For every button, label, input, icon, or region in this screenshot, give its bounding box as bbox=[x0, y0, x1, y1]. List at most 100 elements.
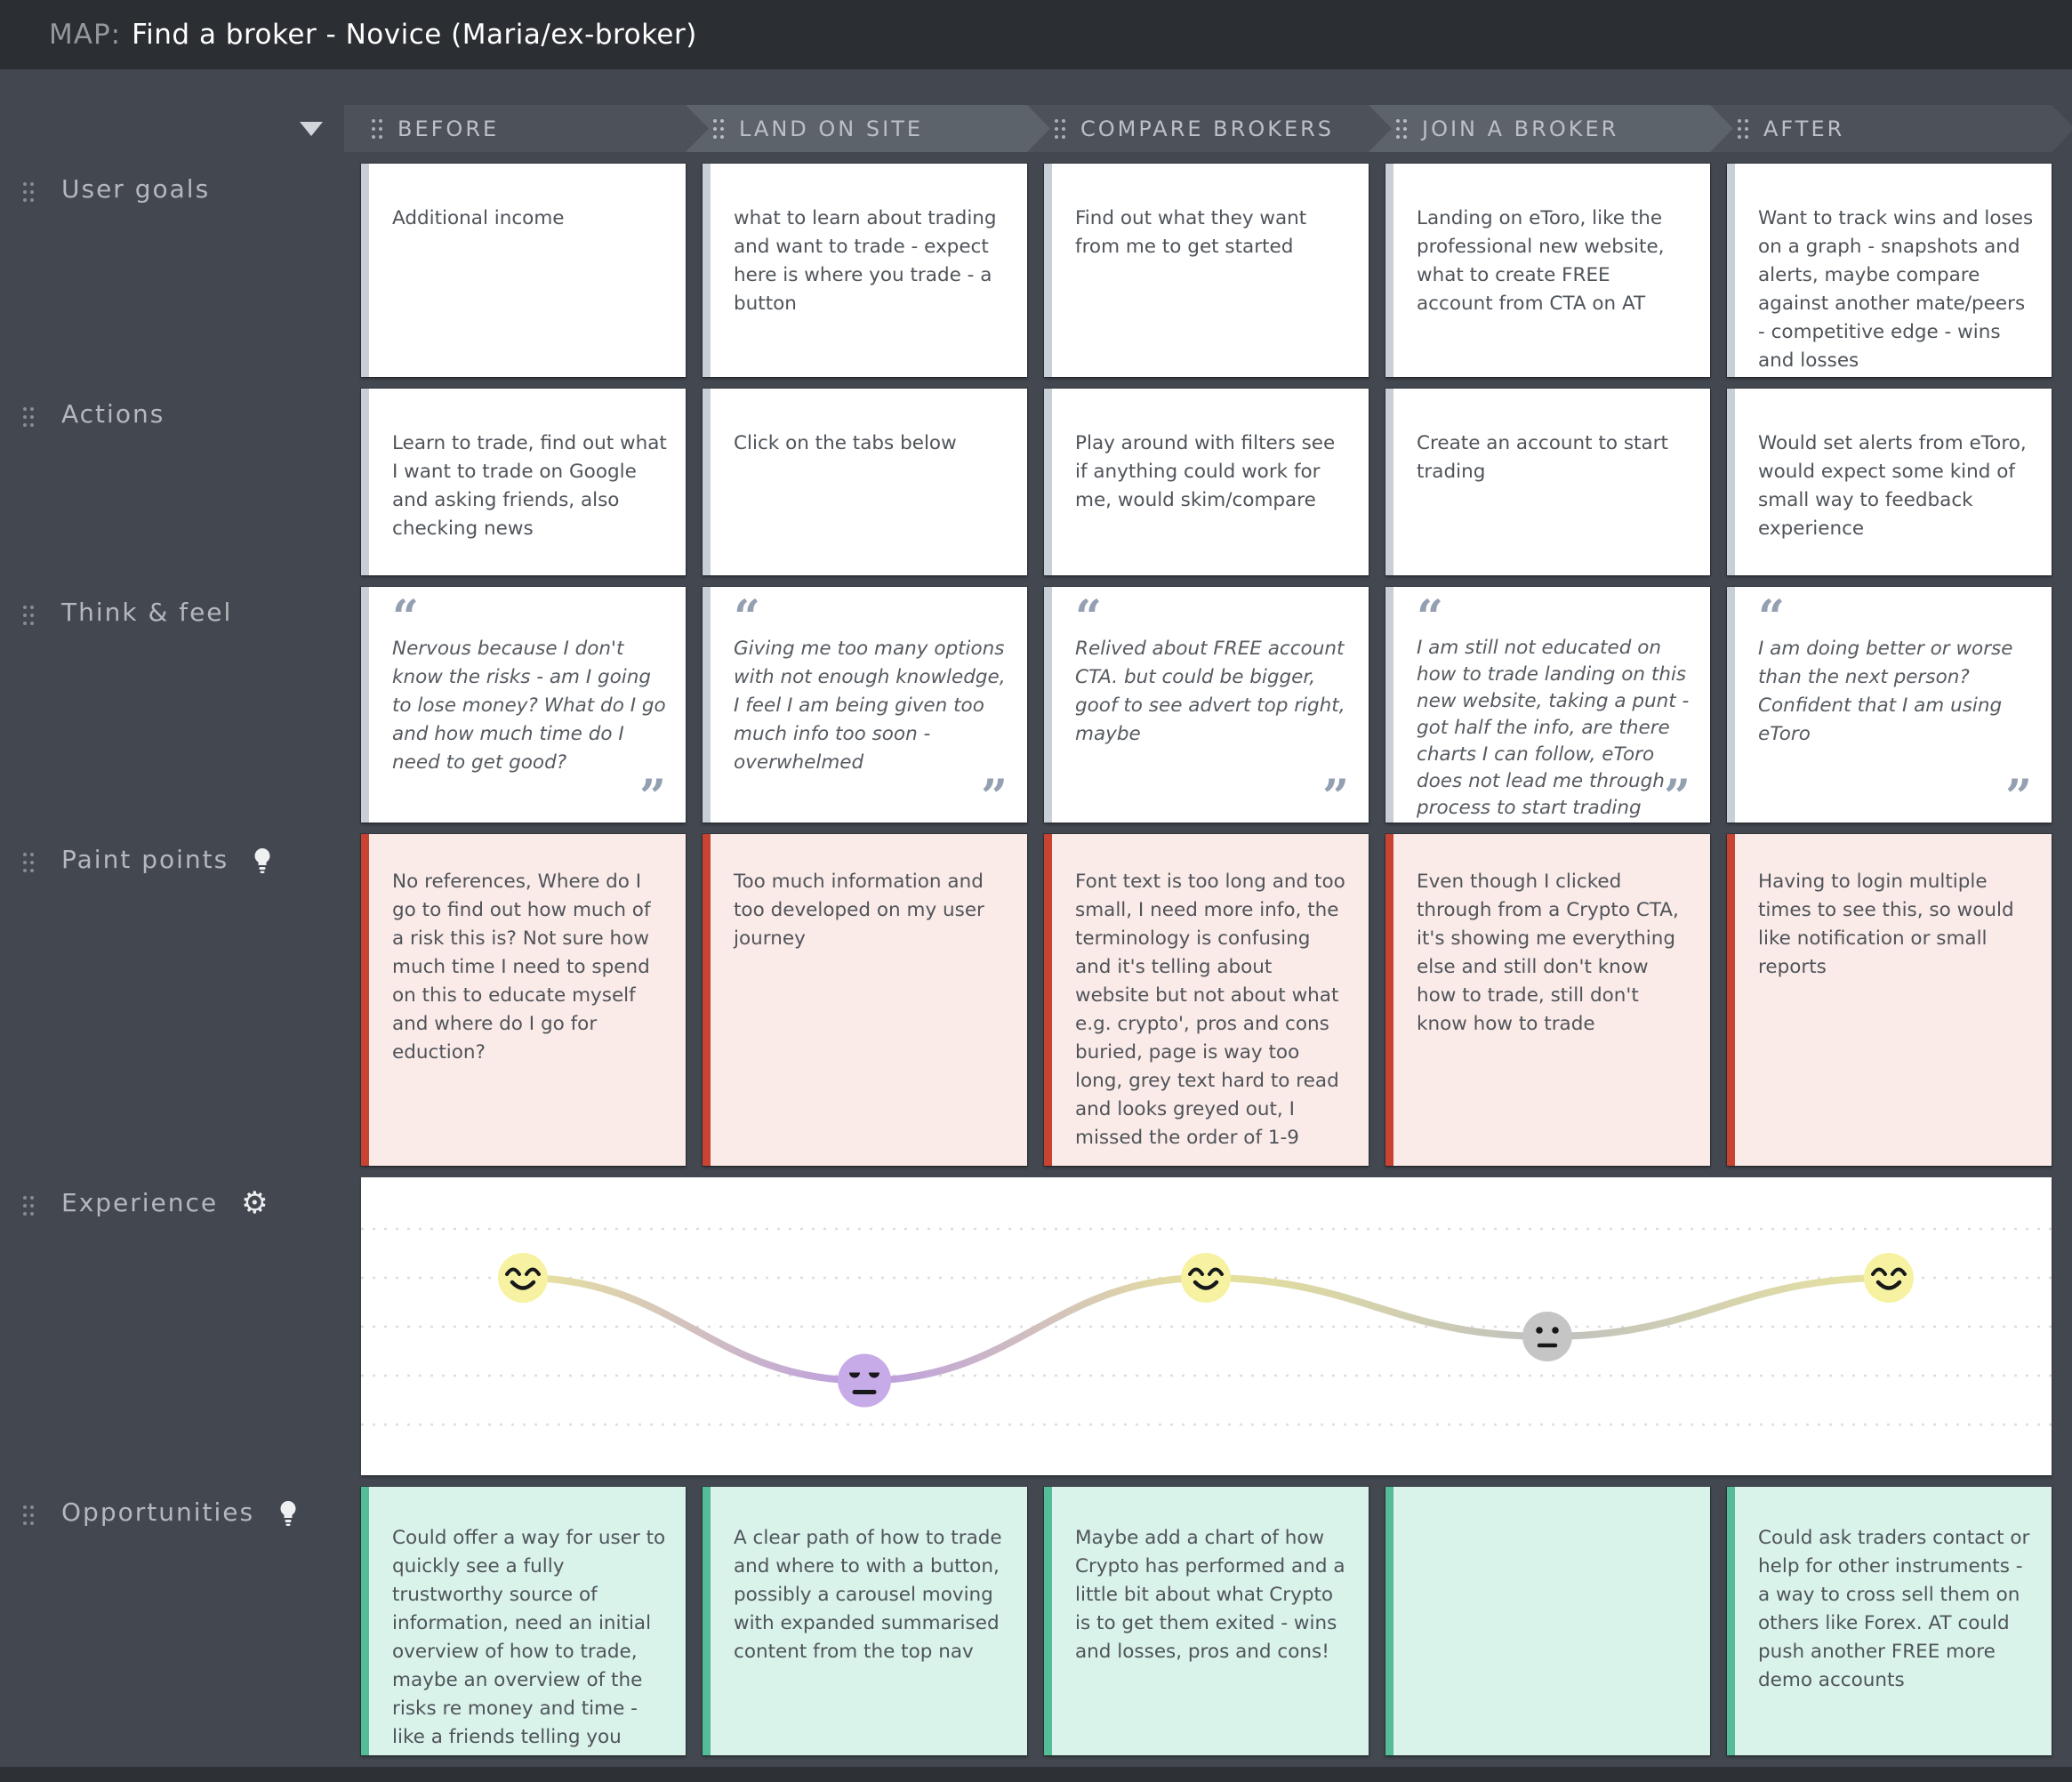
mood-face-happy[interactable] bbox=[1864, 1253, 1914, 1303]
card-user-goals-compare-brokers[interactable]: Find out what they want from me to get s… bbox=[1043, 163, 1369, 378]
card-text: I am still not educated on how to trade … bbox=[1417, 637, 1690, 819]
open-quote-icon: “ bbox=[1758, 590, 1785, 645]
drag-handle-icon[interactable] bbox=[22, 181, 35, 204]
card-pain-points-compare-brokers[interactable]: Font text is too long and too small, I n… bbox=[1043, 833, 1369, 1167]
card-text: Giving me too many options with not enou… bbox=[734, 638, 1006, 774]
card-text: Even though I clicked through from a Cry… bbox=[1417, 871, 1679, 1035]
card-text: Play around with filters see if anything… bbox=[1075, 432, 1336, 511]
card-text: Relived about FREE account CTA. but coul… bbox=[1075, 638, 1345, 745]
experience-chart[interactable] bbox=[361, 1177, 2053, 1475]
row-label-experience: Experience ⚙ bbox=[0, 1177, 344, 1475]
card-text: I am doing better or worse than the next… bbox=[1758, 638, 2013, 745]
mood-face-annoyed[interactable] bbox=[838, 1353, 891, 1408]
card-actions-join-a-broker[interactable]: Create an account to start trading bbox=[1385, 388, 1711, 576]
card-user-goals-after[interactable]: Want to track wins and loses on a graph … bbox=[1726, 163, 2052, 378]
mood-face-happy[interactable] bbox=[1181, 1253, 1231, 1303]
title-bar: MAP: Find a broker - Novice (Maria/ex-br… bbox=[0, 0, 2072, 69]
drag-handle-icon[interactable] bbox=[1395, 117, 1408, 140]
card-actions-after[interactable]: Would set alerts from eToro, would expec… bbox=[1726, 388, 2052, 576]
card-think-feel-land-on-site[interactable]: “ Giving me too many options with not en… bbox=[702, 586, 1028, 823]
lightbulb-icon[interactable] bbox=[277, 1499, 299, 1531]
mood-face-happy[interactable] bbox=[498, 1253, 548, 1303]
experience-chart-panel bbox=[361, 1177, 2053, 1475]
card-opportunities-before[interactable]: Could offer a way for user to quickly se… bbox=[360, 1486, 687, 1756]
row-title: Actions bbox=[61, 399, 165, 429]
stage-header-before[interactable]: BEFORE bbox=[344, 105, 709, 152]
row-label-actions: Actions bbox=[0, 389, 344, 575]
card-opportunities-join-a-broker[interactable] bbox=[1385, 1486, 1711, 1756]
drag-handle-icon[interactable] bbox=[22, 1194, 35, 1217]
card-text: No references, Where do I go to find out… bbox=[392, 871, 651, 1064]
card-opportunities-land-on-site[interactable]: A clear path of how to trade and where t… bbox=[702, 1486, 1028, 1756]
stage-header-compare-brokers[interactable]: COMPARE BROKERS bbox=[1027, 105, 1392, 152]
map-prefix-label: MAP: bbox=[49, 19, 122, 51]
stage-label: LAND ON SITE bbox=[739, 116, 924, 141]
open-quote-icon: “ bbox=[392, 590, 419, 645]
drag-handle-icon[interactable] bbox=[22, 1504, 35, 1527]
row-label-think-feel: Think & feel bbox=[0, 587, 344, 823]
card-opportunities-after[interactable]: Could ask traders contact or help for ot… bbox=[1726, 1486, 2052, 1756]
drag-handle-icon[interactable] bbox=[1737, 117, 1749, 140]
close-quote-icon: ” bbox=[981, 770, 1008, 823]
drag-handle-icon[interactable] bbox=[22, 604, 35, 627]
card-user-goals-before[interactable]: Additional income bbox=[360, 163, 687, 378]
stage-label: COMPARE BROKERS bbox=[1080, 116, 1335, 141]
drag-handle-icon[interactable] bbox=[22, 405, 35, 429]
stage-header-join-a-broker[interactable]: JOIN A BROKER bbox=[1369, 105, 1733, 152]
card-text: Want to track wins and loses on a graph … bbox=[1758, 207, 2034, 372]
open-quote-icon: “ bbox=[1417, 590, 1443, 645]
drag-handle-icon[interactable] bbox=[712, 117, 725, 140]
stage-cell-1: BEFORE bbox=[361, 105, 686, 152]
stage-label: JOIN A BROKER bbox=[1422, 116, 1619, 141]
lightbulb-icon[interactable] bbox=[252, 847, 273, 879]
stage-label: BEFORE bbox=[398, 116, 500, 141]
stage-header-land-on-site[interactable]: LAND ON SITE bbox=[686, 105, 1050, 152]
card-actions-before[interactable]: Learn to trade, find out what I want to … bbox=[360, 388, 687, 576]
row-title: Paint points bbox=[61, 845, 229, 874]
row-title: Opportunities bbox=[61, 1497, 255, 1527]
card-think-feel-compare-brokers[interactable]: “ Relived about FREE account CTA. but co… bbox=[1043, 586, 1369, 823]
card-text: Click on the tabs below bbox=[734, 432, 957, 454]
journey-grid: BEFORE LAND ON SITE COMPARE BROKERS JOIN… bbox=[0, 105, 2053, 1756]
gear-icon[interactable]: ⚙ bbox=[241, 1188, 268, 1218]
card-text: Landing on eToro, like the professional … bbox=[1417, 207, 1665, 315]
collapse-all-chevron-down-icon[interactable] bbox=[300, 121, 323, 136]
mood-face-neutral[interactable] bbox=[1522, 1312, 1572, 1361]
card-pain-points-before[interactable]: No references, Where do I go to find out… bbox=[360, 833, 687, 1167]
card-pain-points-land-on-site[interactable]: Too much information and too developed o… bbox=[702, 833, 1028, 1167]
open-quote-icon: “ bbox=[734, 590, 760, 645]
card-actions-compare-brokers[interactable]: Play around with filters see if anything… bbox=[1043, 388, 1369, 576]
stage-label: AFTER bbox=[1763, 116, 1845, 141]
close-quote-icon: ” bbox=[2005, 770, 2032, 823]
card-text: Could offer a way for user to quickly se… bbox=[392, 1527, 666, 1748]
card-opportunities-compare-brokers[interactable]: Maybe add a chart of how Crypto has perf… bbox=[1043, 1486, 1369, 1756]
map-title: Find a broker - Novice (Maria/ex-broker) bbox=[132, 19, 697, 51]
card-think-feel-join-a-broker[interactable]: “ I am still not educated on how to trad… bbox=[1385, 586, 1711, 823]
card-text: Too much information and too developed o… bbox=[734, 871, 984, 950]
open-quote-icon: “ bbox=[1075, 590, 1102, 645]
card-user-goals-land-on-site[interactable]: what to learn about trading and want to … bbox=[702, 163, 1028, 378]
close-quote-icon: ” bbox=[1664, 770, 1691, 823]
row-label-user-goals: User goals bbox=[0, 164, 344, 377]
stage-cell-2: LAND ON SITE bbox=[703, 105, 1027, 152]
drag-handle-icon[interactable] bbox=[371, 117, 383, 140]
row-label-opportunities: Opportunities bbox=[0, 1487, 344, 1755]
sidebar-header-cell bbox=[0, 105, 344, 152]
card-think-feel-after[interactable]: “ I am doing better or worse than the ne… bbox=[1726, 586, 2052, 823]
journey-map-app: MAP: Find a broker - Novice (Maria/ex-br… bbox=[0, 0, 2072, 1782]
card-text: A clear path of how to trade and where t… bbox=[734, 1527, 1002, 1663]
card-text: Additional income bbox=[392, 207, 565, 229]
drag-handle-icon[interactable] bbox=[1054, 117, 1066, 140]
stage-header-after[interactable]: AFTER bbox=[1710, 105, 2072, 152]
close-quote-icon: ” bbox=[1322, 770, 1349, 823]
card-actions-land-on-site[interactable]: Click on the tabs below bbox=[702, 388, 1028, 576]
card-user-goals-join-a-broker[interactable]: Landing on eToro, like the professional … bbox=[1385, 163, 1711, 378]
row-title: User goals bbox=[61, 174, 211, 204]
row-title: Think & feel bbox=[61, 598, 233, 627]
card-pain-points-after[interactable]: Having to login multiple times to see th… bbox=[1726, 833, 2052, 1167]
bottom-bar bbox=[0, 1767, 2072, 1782]
card-pain-points-join-a-broker[interactable]: Even though I clicked through from a Cry… bbox=[1385, 833, 1711, 1167]
close-quote-icon: ” bbox=[639, 770, 666, 823]
card-think-feel-before[interactable]: “ Nervous because I don't know the risks… bbox=[360, 586, 687, 823]
drag-handle-icon[interactable] bbox=[22, 851, 35, 874]
